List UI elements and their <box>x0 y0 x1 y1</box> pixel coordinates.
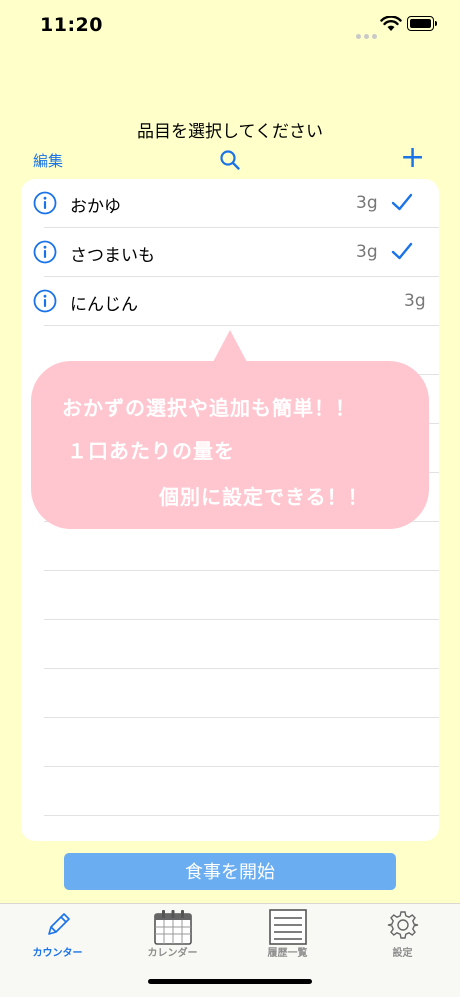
start-meal-button[interactable]: 食事を開始 <box>64 853 396 890</box>
list-item[interactable]: さつまいも 3g <box>21 228 439 277</box>
list-icon <box>268 909 308 949</box>
status-bar: 11:20 <box>0 0 460 54</box>
tab-history[interactable]: 履歴一覧 <box>230 904 345 964</box>
checkmark-icon <box>391 191 413 217</box>
wifi-icon <box>380 15 402 36</box>
add-item-button[interactable]: + <box>400 143 425 173</box>
item-amount: 3g <box>356 242 378 262</box>
promo-callout: おかずの選択や追加も簡単！！ １口あたりの量を 個別に設定できる！！ <box>31 361 429 529</box>
calendar-icon <box>153 909 193 949</box>
battery-icon <box>407 16 434 31</box>
item-amount: 3g <box>404 291 426 311</box>
tab-counter[interactable]: カウンター <box>0 904 115 964</box>
tab-label: 履歴一覧 <box>267 948 308 959</box>
info-icon[interactable] <box>33 240 57 268</box>
item-name: おかゆ <box>70 197 121 217</box>
page-title: 品目を選択してください <box>137 122 323 142</box>
item-name: にんじん <box>70 295 138 315</box>
signal-dots-icon <box>356 24 380 43</box>
info-icon[interactable] <box>33 289 57 317</box>
home-indicator <box>148 979 312 984</box>
info-icon[interactable] <box>33 191 57 219</box>
edit-button[interactable]: 編集 <box>33 150 63 171</box>
tab-settings[interactable]: 設定 <box>345 904 460 964</box>
pencil-icon <box>42 909 74 945</box>
callout-line-3: 個別に設定できる！！ <box>159 485 369 509</box>
list-item[interactable]: にんじん 3g <box>21 277 439 326</box>
item-amount: 3g <box>356 193 378 213</box>
callout-line-1: おかずの選択や追加も簡単！！ <box>62 396 356 420</box>
checkmark-icon <box>391 240 413 266</box>
status-time: 11:20 <box>40 14 103 36</box>
search-icon[interactable] <box>219 149 241 175</box>
callout-tail <box>213 330 247 362</box>
callout-line-2: １口あたりの量を <box>67 439 235 463</box>
tab-label: カレンダー <box>147 948 198 959</box>
list-item[interactable]: おかゆ 3g <box>21 179 439 228</box>
tab-label: 設定 <box>392 948 413 959</box>
item-name: さつまいも <box>70 246 155 266</box>
tab-calendar[interactable]: カレンダー <box>115 904 230 964</box>
gear-icon <box>387 909 419 945</box>
tab-label: カウンター <box>32 948 83 959</box>
